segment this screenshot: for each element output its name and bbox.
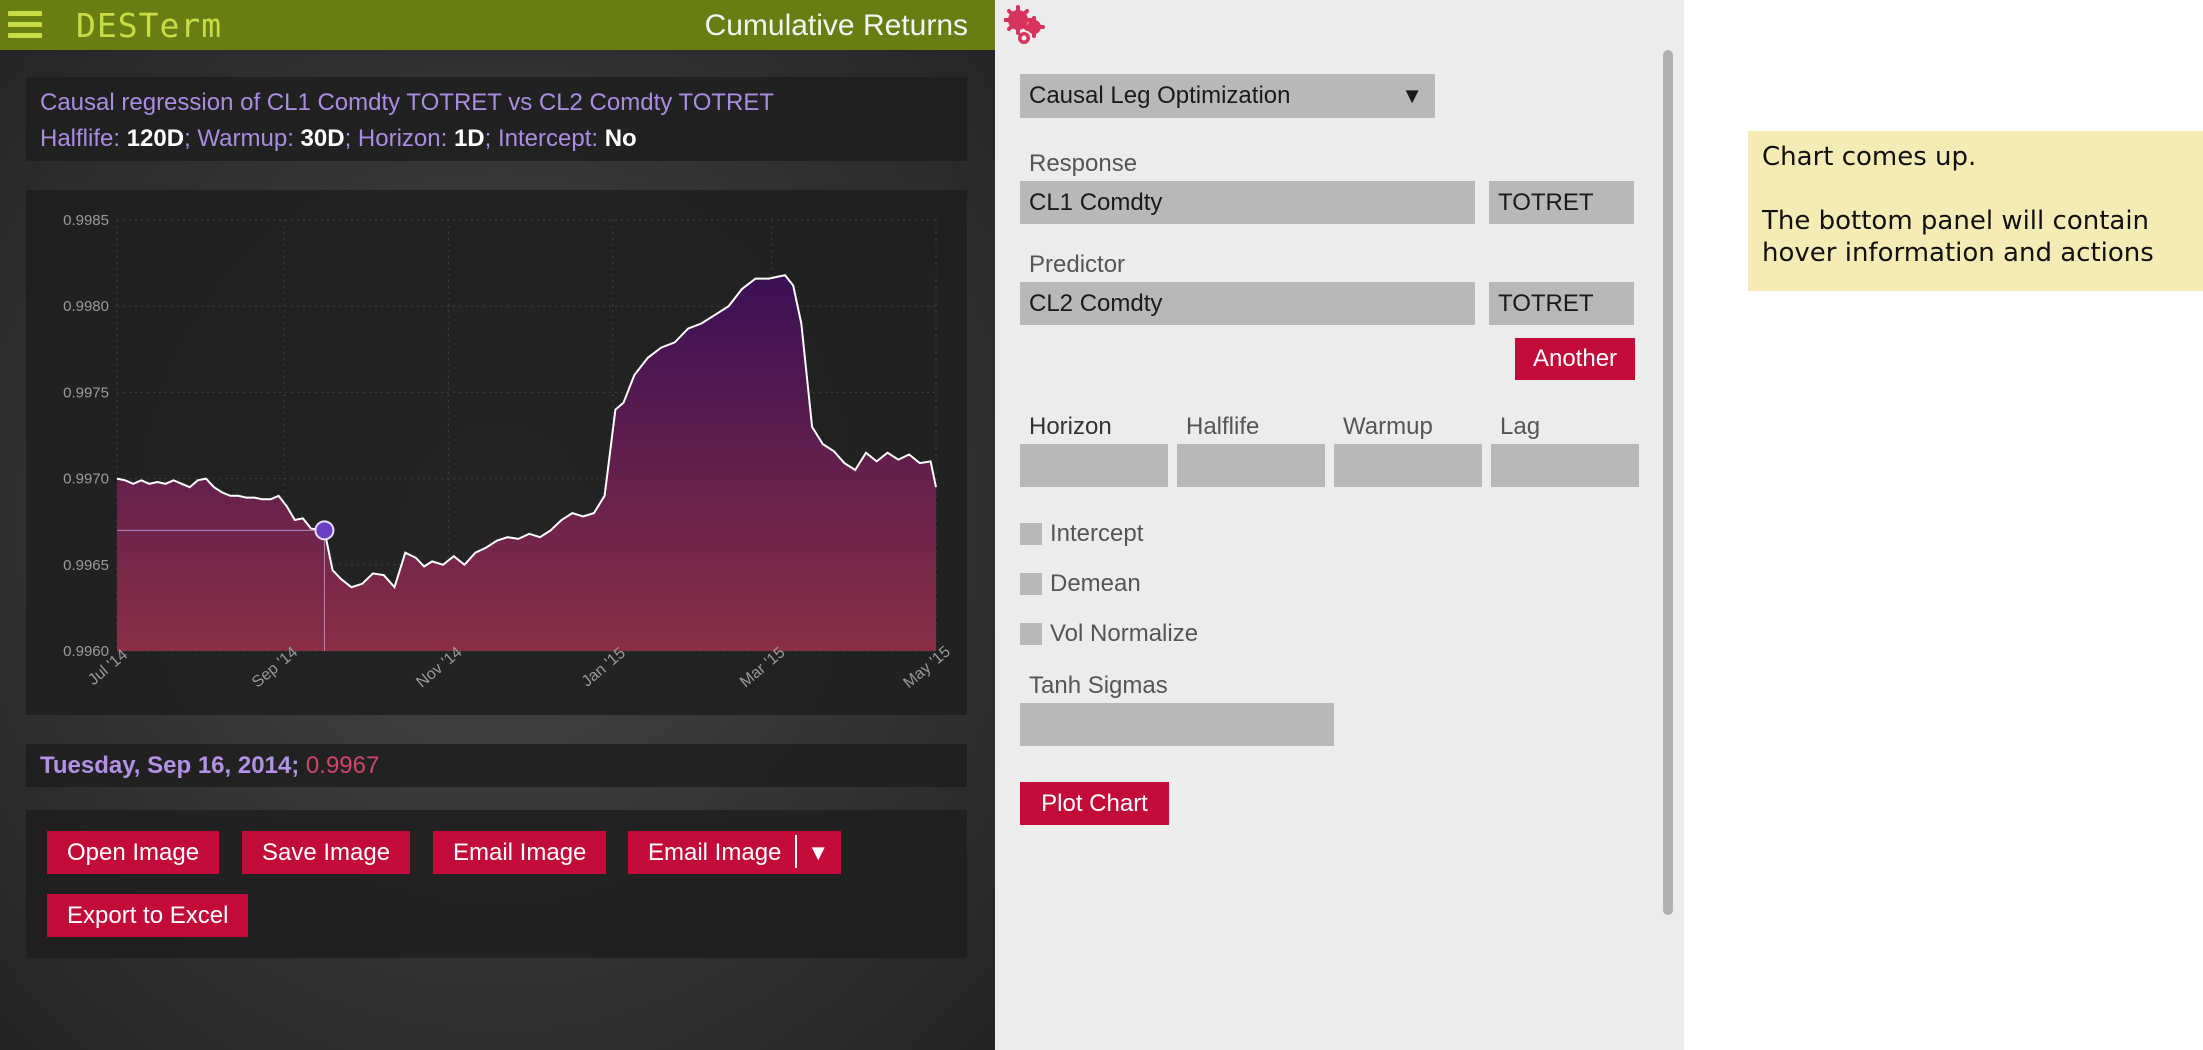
regression-title: Causal regression of CL1 Comdty TOTRET v… <box>40 89 775 116</box>
x-tick-label: Mar '15 <box>737 644 788 691</box>
predictor-label: Predictor <box>1029 251 1126 278</box>
gears-icon[interactable] <box>1004 4 1048 48</box>
response-label: Response <box>1029 150 1138 177</box>
menu-icon[interactable] <box>8 11 42 39</box>
terminal-window: DESTerm Cumulative Returns Causal regres… <box>0 0 995 1050</box>
note-line-2a: The bottom panel will contain <box>1762 206 2150 236</box>
halflife-label: Halflife: <box>40 125 121 152</box>
regression-description-panel: Causal regression of CL1 Comdty TOTRET v… <box>26 77 967 161</box>
another-button[interactable]: Another <box>1515 338 1635 380</box>
tanh-sigmas-input[interactable] <box>1020 703 1334 746</box>
hover-info-panel: Tuesday, Sep 16, 2014; 0.9967 <box>26 744 967 787</box>
regression-params: Halflife: 120D; Warmup: 30D; Horizon: 1D… <box>40 121 953 157</box>
dropdown-arrow-icon[interactable]: ▼ <box>807 831 829 874</box>
settings-panel: Causal Leg Optimization ▼ Response CL1 C… <box>995 0 1684 1050</box>
settings-scrollbar[interactable] <box>1663 50 1673 915</box>
plot-chart-button[interactable]: Plot Chart <box>1020 782 1169 825</box>
hover-date: Tuesday, Sep 16, 2014 <box>40 752 292 779</box>
predictor-field-input[interactable]: TOTRET <box>1489 282 1634 325</box>
hover-value: 0.9967 <box>305 752 380 779</box>
crosshair-marker <box>314 520 335 541</box>
lag-label: Lag <box>1500 413 1541 440</box>
warmup-label: Warmup <box>1343 413 1433 440</box>
actions-panel: Open Image Save Image Email Image Email … <box>26 810 967 958</box>
predictor-security-input[interactable]: CL2 Comdty <box>1020 282 1475 325</box>
y-tick-label: 0.9975 <box>63 384 109 401</box>
mode-select-value: Causal Leg Optimization <box>1029 82 1291 109</box>
chart-panel[interactable]: 0.9985 0.9980 0.9975 0.9970 0.9965 0.9960 Jul … <box>26 190 967 715</box>
horizon-value: 1D <box>453 125 485 152</box>
horizon-input[interactable] <box>1020 444 1168 487</box>
series-area <box>117 275 936 651</box>
y-tick-label: 0.9970 <box>63 471 109 488</box>
checkbox-icon[interactable] <box>1020 573 1042 595</box>
vol-normalize-label: Vol Normalize <box>1050 620 1199 647</box>
horizon-label: Horizon <box>1029 413 1112 440</box>
y-tick-label: 0.9960 <box>63 643 109 660</box>
chevron-down-icon: ▼ <box>1401 83 1423 108</box>
email-image-button[interactable]: Email Image <box>433 831 607 874</box>
view-title: Cumulative Returns <box>704 9 968 42</box>
halflife-value: 120D <box>126 125 185 152</box>
demean-label: Demean <box>1050 570 1141 597</box>
open-image-button[interactable]: Open Image <box>47 831 220 874</box>
warmup-label: ; Warmup: <box>184 125 294 152</box>
y-tick-label: 0.9985 <box>63 212 109 229</box>
hover-separator: ; <box>291 752 300 779</box>
app-name: DESTerm <box>76 6 223 45</box>
halflife-input[interactable] <box>1177 444 1325 487</box>
horizon-label: ; Horizon: <box>344 125 448 152</box>
tanh-sigmas-label: Tanh Sigmas <box>1029 672 1168 699</box>
email-image-split-button[interactable]: Email Image ▼ <box>628 831 842 874</box>
warmup-value: 30D <box>300 125 345 152</box>
save-image-button[interactable]: Save Image <box>242 831 411 874</box>
intercept-label: Intercept <box>1050 520 1144 547</box>
response-security-input[interactable]: CL1 Comdty <box>1020 181 1475 224</box>
checkbox-icon[interactable] <box>1020 523 1042 545</box>
checkbox-icon[interactable] <box>1020 623 1042 645</box>
note-line-2b: hover information and actions <box>1762 238 2154 268</box>
cumulative-returns-chart[interactable]: 0.99850.99800.99750.99700.99650.9960Jul … <box>26 190 967 715</box>
lag-input[interactable] <box>1491 444 1639 487</box>
email-image-split-label: Email Image <box>648 839 782 866</box>
intercept-label: ; Intercept: <box>484 125 599 152</box>
y-tick-label: 0.9965 <box>63 557 109 574</box>
annotation-note: Chart comes up. The bottom panel will co… <box>1748 131 2203 291</box>
note-line-1: Chart comes up. <box>1762 142 1977 172</box>
y-tick-label: 0.9980 <box>63 298 109 315</box>
mode-select[interactable]: Causal Leg Optimization ▼ <box>1020 74 1435 118</box>
intercept-value: No <box>604 125 637 152</box>
top-bar: DESTerm Cumulative Returns <box>0 0 995 50</box>
split-divider <box>795 835 798 869</box>
halflife-label: Halflife <box>1186 413 1260 440</box>
export-excel-button[interactable]: Export to Excel <box>47 894 249 937</box>
warmup-input[interactable] <box>1334 444 1482 487</box>
response-field-input[interactable]: TOTRET <box>1489 181 1634 224</box>
